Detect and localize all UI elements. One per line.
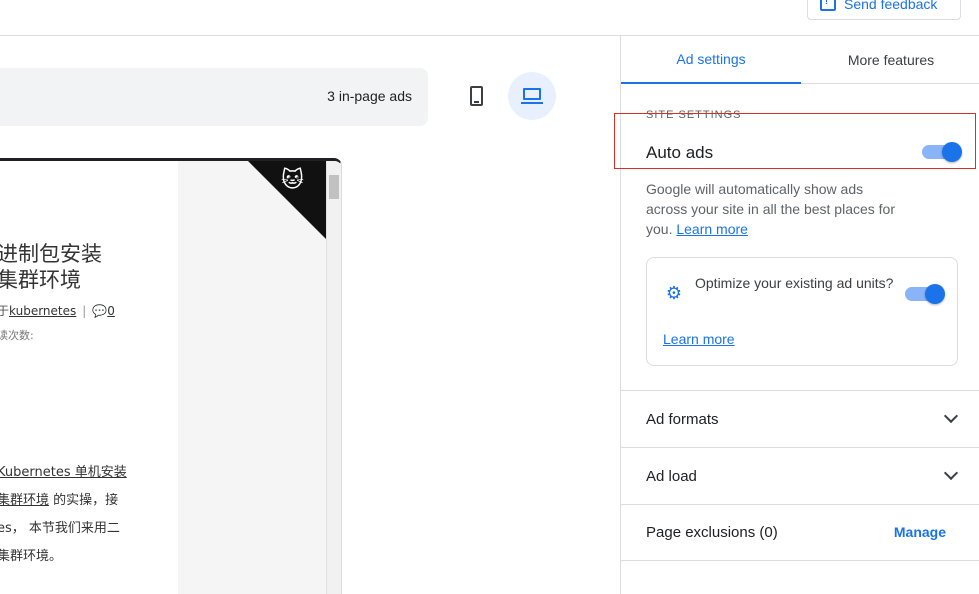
- ad-load-label: Ad load: [646, 467, 697, 485]
- top-bar: Send feedback: [0, 0, 979, 36]
- category-link[interactable]: kubernetes: [9, 304, 76, 318]
- auto-ads-toggle[interactable]: [922, 142, 962, 162]
- site-sidebar: [178, 161, 326, 594]
- preview-scrollbar[interactable]: [326, 161, 341, 594]
- site-preview-frame: 🐱 进制包安装 集群环境 于kubernetes|💬0 读次数: Kuberne…: [0, 158, 342, 594]
- optimize-learn-more-link[interactable]: Learn more: [663, 331, 735, 347]
- optimize-ad-units-toggle[interactable]: [905, 284, 945, 304]
- auto-ads-learn-more-link[interactable]: Learn more: [676, 221, 748, 237]
- scrollbar-thumb[interactable]: [329, 175, 339, 199]
- tab-more-features[interactable]: More features: [801, 36, 979, 84]
- tab-ad-settings[interactable]: Ad settings: [621, 36, 801, 84]
- post-body: Kubernetes 单机安装 集群环境 的实操，接 es， 本节我们来用二 集…: [0, 459, 143, 571]
- phone-icon: [469, 86, 483, 106]
- post-body-link-2[interactable]: 集群环境: [0, 493, 49, 508]
- laptop-icon: [521, 88, 543, 104]
- panel-tabs: Ad settings More features: [621, 36, 979, 84]
- manage-exclusions-link[interactable]: Manage: [894, 524, 946, 540]
- comment-icon: 💬: [92, 304, 108, 318]
- desktop-view-button[interactable]: [508, 72, 556, 120]
- site-preview: 3 in-page ads 🐱 进制包安装 集群环境 于kubernetes|💬…: [0, 36, 620, 594]
- settings-panel: Ad settings More features SITE SETTINGS …: [614, 36, 979, 594]
- send-feedback-label: Send feedback: [844, 0, 938, 12]
- chevron-down-icon: [943, 408, 959, 424]
- github-cat-icon: 🐱: [281, 167, 304, 192]
- post-title: 进制包安装 集群环境: [0, 242, 102, 292]
- mobile-view-button[interactable]: [452, 72, 500, 120]
- ad-load-row[interactable]: Ad load: [621, 447, 979, 504]
- ad-formats-row[interactable]: Ad formats: [621, 390, 979, 447]
- optimize-text: Optimize your existing ad units?: [695, 275, 894, 291]
- optimize-ad-units-card: ⚙ Optimize your existing ad units? Learn…: [646, 257, 958, 366]
- post-meta: 于kubernetes|💬0: [0, 304, 115, 318]
- page-exclusions-row: Page exclusions (0) Manage: [621, 504, 979, 561]
- auto-ads-label: Auto ads: [646, 143, 714, 162]
- auto-ads-description: Google will automatically show ads acros…: [646, 181, 896, 237]
- ads-count-text: 3 in-page ads: [327, 88, 412, 104]
- ads-count-bar: 3 in-page ads: [0, 68, 428, 126]
- chevron-down-icon: [943, 465, 959, 481]
- comment-count-link[interactable]: 0: [107, 304, 115, 318]
- post-body-link-1[interactable]: Kubernetes 单机安装: [0, 465, 127, 480]
- optimize-gear-icon: ⚙: [665, 283, 683, 303]
- send-feedback-button[interactable]: Send feedback: [807, 0, 961, 20]
- feedback-icon: [820, 0, 836, 11]
- page-exclusions-label: Page exclusions (0): [646, 524, 778, 541]
- post-views: 读次数:: [0, 329, 34, 342]
- ad-formats-label: Ad formats: [646, 410, 719, 428]
